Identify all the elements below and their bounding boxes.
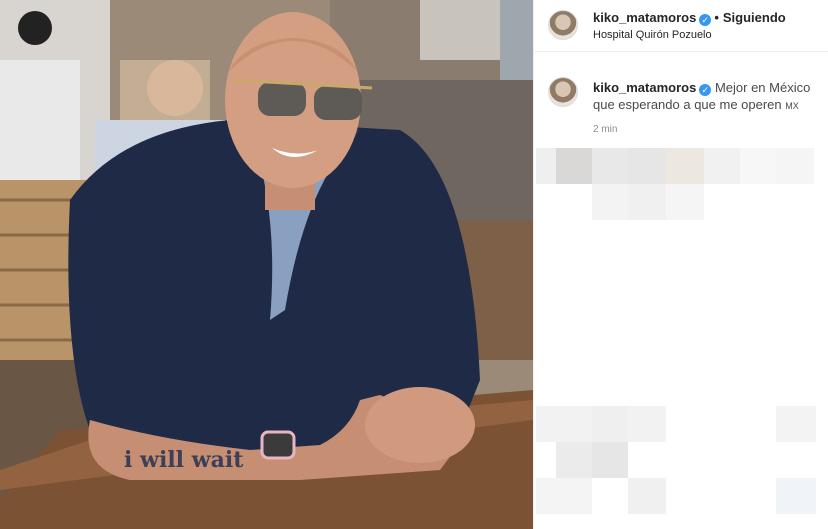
caption-avatar[interactable] [548, 77, 578, 107]
avatar[interactable] [548, 10, 578, 40]
post-header: kiko_matamoros ✓ • Siguiendo Hospital Quiró… [534, 0, 828, 52]
blur-cell [536, 406, 592, 442]
separator-dot: • [714, 10, 719, 25]
blur-cell [536, 478, 592, 514]
blur-cell [592, 148, 628, 184]
blur-cell [740, 148, 776, 184]
blur-cell [628, 406, 666, 442]
post-photo[interactable]: i will wait [0, 0, 533, 529]
blur-cell [628, 148, 666, 184]
header-user-row: kiko_matamoros ✓ • Siguiendo [593, 10, 786, 26]
header-username[interactable]: kiko_matamoros [593, 10, 696, 25]
following-button[interactable]: Siguiendo [723, 10, 786, 25]
blur-cell [776, 148, 814, 184]
blur-cell [628, 184, 666, 220]
verified-badge-icon: ✓ [699, 14, 712, 26]
blur-cell [628, 478, 666, 514]
blur-cell [666, 184, 704, 220]
blur-cell [556, 442, 592, 478]
blur-cell [592, 406, 628, 442]
flag-icon: MX [785, 101, 799, 111]
tattoo-text: i will wait [124, 447, 244, 473]
blur-cell [776, 406, 816, 442]
location-link[interactable]: Hospital Quirón Pozuelo [593, 29, 712, 41]
blur-cell [556, 148, 592, 184]
post-timestamp[interactable]: 2 min [593, 124, 617, 135]
blur-cell [592, 442, 628, 478]
blur-cell [666, 148, 704, 184]
photo-illustration: i will wait [0, 0, 533, 529]
caption-verified-badge-icon: ✓ [699, 84, 712, 96]
blur-cell [592, 184, 628, 220]
caption: kiko_matamoros ✓ Mejor en México que espe… [593, 79, 818, 115]
blur-cell [536, 148, 556, 184]
blur-cell [776, 478, 816, 514]
post-sidebar: kiko_matamoros ✓ • Siguiendo Hospital Quiró… [533, 0, 828, 529]
blur-cell [704, 148, 740, 184]
caption-username[interactable]: kiko_matamoros [593, 80, 696, 95]
